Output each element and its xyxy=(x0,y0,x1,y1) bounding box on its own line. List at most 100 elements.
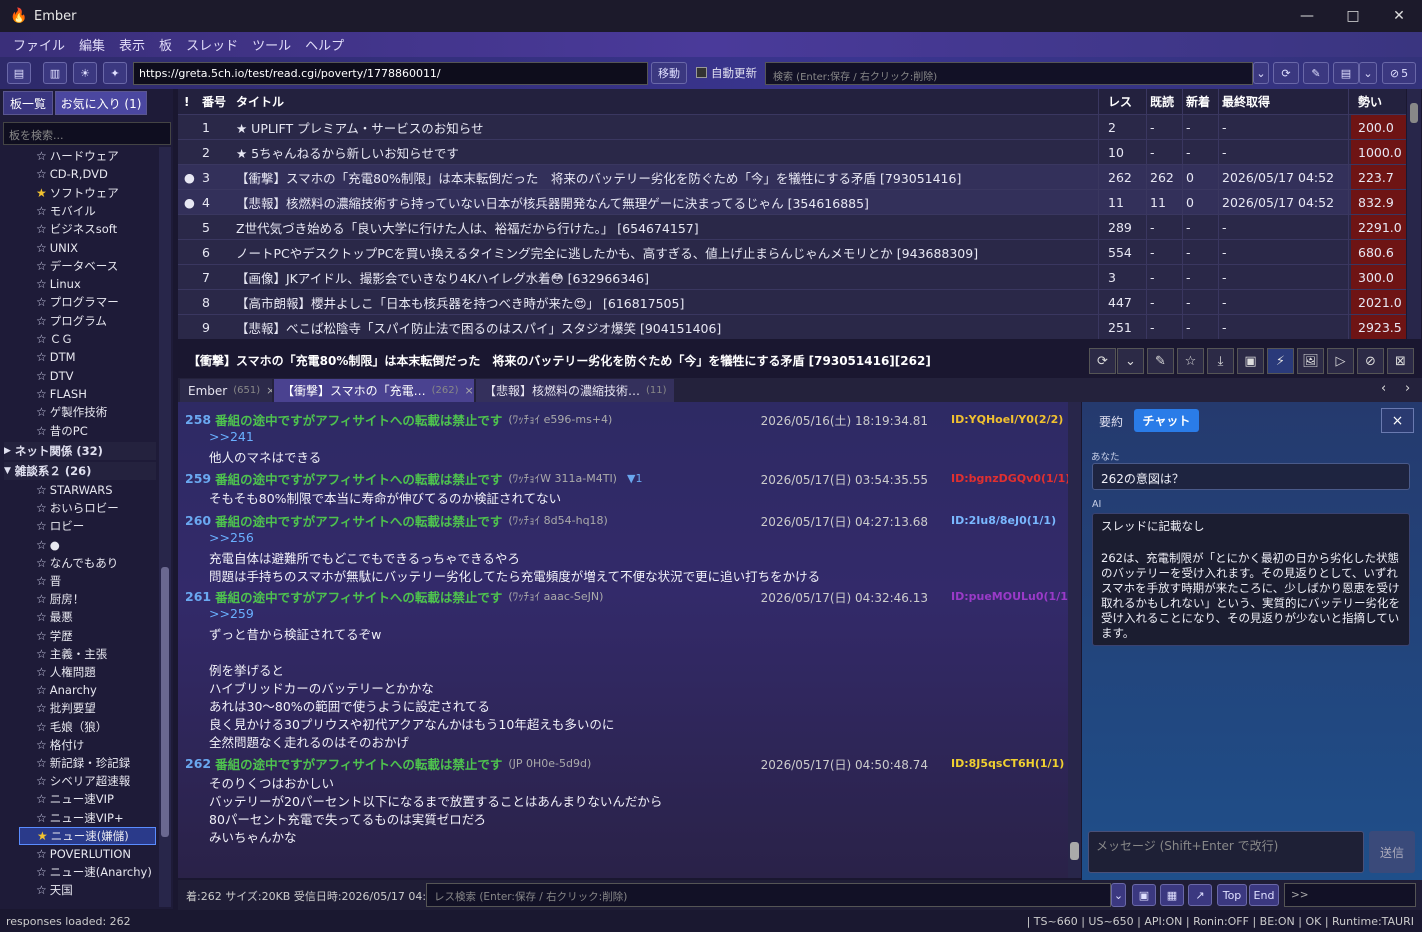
board-item[interactable]: ★ ソフトウェア xyxy=(36,184,119,202)
favorite-star-icon[interactable]: ☆ xyxy=(36,774,47,788)
col-ikioi[interactable]: 勢い xyxy=(1358,89,1382,114)
board-item[interactable]: ☆ なんでもあり xyxy=(36,554,118,572)
favorite-star-icon[interactable]: ☆ xyxy=(36,556,47,570)
post-number[interactable]: 262 xyxy=(185,756,211,771)
thread-list-scroll-thumb[interactable] xyxy=(1410,103,1418,123)
favorite-star-icon[interactable]: ☆ xyxy=(36,167,47,181)
favorite-star-icon[interactable]: ☆ xyxy=(36,149,47,163)
play-icon[interactable]: ▷ xyxy=(1327,348,1354,374)
clipboard-icon[interactable]: ▤ xyxy=(7,62,31,84)
favorite-star-icon[interactable]: ☆ xyxy=(36,277,47,291)
board-item[interactable]: ☆ 格付け xyxy=(36,736,84,754)
menu-thread[interactable]: スレッド xyxy=(179,35,245,54)
board-item[interactable]: ☆ 新記録・珍記録 xyxy=(36,754,130,772)
tab-prev-icon[interactable]: ‹ xyxy=(1381,381,1386,396)
board-item[interactable]: ☆ シベリア超速報 xyxy=(36,772,130,790)
res-search-input[interactable]: レス検索 (Enter:保存 / 右クリック:削除) xyxy=(426,883,1111,907)
favorite-star-icon[interactable]: ☆ xyxy=(36,574,47,588)
post-anchor-link[interactable]: >>256 xyxy=(209,530,254,548)
board-item[interactable]: ☆ ＣＧ xyxy=(36,330,73,348)
expand-arrow-icon[interactable]: ▶ xyxy=(4,446,11,456)
favorite-star-icon[interactable]: ☆ xyxy=(1177,348,1204,374)
board-item[interactable]: ☆ プログラマー xyxy=(36,293,119,311)
favorite-star-icon[interactable]: ☆ xyxy=(36,222,47,236)
download-icon[interactable]: ⤓ xyxy=(1207,348,1234,374)
favorite-star-icon[interactable]: ☆ xyxy=(36,483,47,497)
sparkle-icon[interactable]: ✦ xyxy=(103,62,127,84)
favorite-star-icon[interactable]: ☆ xyxy=(36,756,47,770)
external-link-icon[interactable]: ↗ xyxy=(1188,884,1212,906)
favorite-star-icon[interactable]: ☆ xyxy=(36,792,47,806)
thread-row[interactable]: 8 【高市朗報】櫻井よしこ「日本も核兵器を持つべき時が来た😍」 [61681750… xyxy=(178,289,1406,314)
res-search-dropdown-icon[interactable]: ⌄ xyxy=(1111,883,1126,907)
favorite-star-icon[interactable]: ☆ xyxy=(36,738,47,752)
ng-filter-button[interactable]: ⊘ 5 xyxy=(1382,62,1416,84)
search-history-dropdown-icon[interactable]: ⌄ xyxy=(1253,62,1269,84)
tab-close-icon[interactable]: × xyxy=(673,384,674,397)
board-item[interactable]: ☆ 批判要望 xyxy=(36,699,96,717)
thread-list-scrollbar[interactable] xyxy=(1407,89,1421,339)
gallery-icon[interactable]: ▣ xyxy=(1237,348,1264,374)
post-id[interactable]: ID:2Iu8/8eJ0(1/1) xyxy=(951,514,1056,532)
reload-thread-icon[interactable]: ⟳ xyxy=(1089,348,1116,374)
col-mark[interactable]: ! xyxy=(184,89,189,114)
post-anchor-link[interactable]: >>259 xyxy=(209,606,254,624)
post-scroll-thumb[interactable] xyxy=(1070,842,1079,860)
favorite-star-icon[interactable]: ☆ xyxy=(36,204,47,218)
favorite-star-icon[interactable]: ★ xyxy=(37,829,48,843)
tab-close-icon[interactable]: × xyxy=(465,384,474,397)
menu-tools[interactable]: ツール xyxy=(245,35,298,54)
board-item[interactable]: ☆ FLASH xyxy=(36,385,87,403)
board-item[interactable]: ☆ ● xyxy=(36,536,60,554)
board-item[interactable]: ☆ ニュー速VIP+ xyxy=(36,809,124,827)
reload-options-dropdown-icon[interactable]: ⌄ xyxy=(1117,348,1144,374)
film-icon[interactable]: ▦ xyxy=(1160,884,1184,906)
col-num[interactable]: 番号 xyxy=(202,89,226,114)
board-item[interactable]: ☆ ビジネスsoft xyxy=(36,220,117,238)
favorite-star-icon[interactable]: ☆ xyxy=(36,610,47,624)
minimize-button[interactable]: — xyxy=(1284,0,1330,32)
board-category[interactable]: ▼ 雑談系２ (26) xyxy=(4,462,156,480)
board-search-input[interactable]: 板を検索... xyxy=(3,122,171,145)
favorite-star-icon[interactable]: ☆ xyxy=(36,314,47,328)
board-item[interactable]: ☆ DTM xyxy=(36,348,76,366)
favorite-star-icon[interactable]: ☆ xyxy=(36,519,47,533)
favorite-star-icon[interactable]: ☆ xyxy=(36,241,47,255)
light-theme-icon[interactable]: ☀ xyxy=(73,62,97,84)
thread-row[interactable]: 6 ノートPCやデスクトップPCを買い換えるタイミング完全に逃したかも、高すぎる、… xyxy=(178,239,1406,264)
favorite-star-icon[interactable]: ☆ xyxy=(36,295,47,309)
board-item[interactable]: ☆ データベース xyxy=(36,257,118,275)
board-item[interactable]: ☆ UNIX xyxy=(36,239,78,257)
board-item[interactable]: ☆ ニュー速(Anarchy) xyxy=(36,863,152,881)
jump-input[interactable]: >> xyxy=(1284,883,1416,907)
board-item[interactable]: ☆ POVERLUTION xyxy=(36,845,131,863)
favorite-star-icon[interactable]: ☆ xyxy=(36,847,47,861)
favorite-star-icon[interactable]: ☆ xyxy=(36,811,47,825)
post-id[interactable]: ID:YQHoeI/Y0(2/2) xyxy=(951,413,1063,431)
col-res[interactable]: レス xyxy=(1108,89,1132,114)
board-item[interactable]: ☆ 毛娘（狼） xyxy=(36,718,107,736)
post-number[interactable]: 258 xyxy=(185,412,211,427)
tab-thread[interactable]: 【悲報】核燃料の濃縮技術… (11) × xyxy=(476,379,674,402)
board-item[interactable]: ☆ 天国 xyxy=(36,881,73,899)
message-input[interactable]: メッセージ (Shift+Enter で改行) xyxy=(1088,831,1364,873)
clipboard-copy-icon[interactable]: ▤ xyxy=(1333,62,1359,84)
board-item[interactable]: ☆ 人権問題 xyxy=(36,663,96,681)
board-item[interactable]: ★ ニュー速(嫌儲) xyxy=(19,826,156,845)
edit-icon[interactable]: ✎ xyxy=(1303,62,1329,84)
sidebar-scroll-thumb[interactable] xyxy=(161,567,169,837)
favorite-star-icon[interactable]: ☆ xyxy=(36,387,47,401)
menu-help[interactable]: ヘルプ xyxy=(298,35,351,54)
post-id[interactable]: ID:8J5qsCT6H(1/1) xyxy=(951,757,1064,775)
post-number[interactable]: 261 xyxy=(185,589,211,604)
image-icon[interactable]: 🖼 xyxy=(1297,348,1324,374)
favorite-star-icon[interactable]: ☆ xyxy=(36,332,47,346)
tab-thread-active[interactable]: 【衝撃】スマホの「充電… (262) × xyxy=(274,379,474,402)
board-item[interactable]: ☆ 学歴 xyxy=(36,627,73,645)
menu-board[interactable]: 板 xyxy=(152,35,179,54)
thread-row[interactable]: ● 3 【衝撃】スマホの「充電80%制限」は本末転倒だった 将来のバッテリー劣化を防… xyxy=(178,164,1406,189)
favorite-star-icon[interactable]: ☆ xyxy=(36,369,47,383)
thread-row[interactable]: 2 ★ 5ちゃんねるから新しいお知らせです 10 - - - 1000.0 xyxy=(178,139,1406,164)
board-item[interactable]: ☆ Linux xyxy=(36,275,81,293)
board-item[interactable]: ☆ DTV xyxy=(36,367,74,385)
